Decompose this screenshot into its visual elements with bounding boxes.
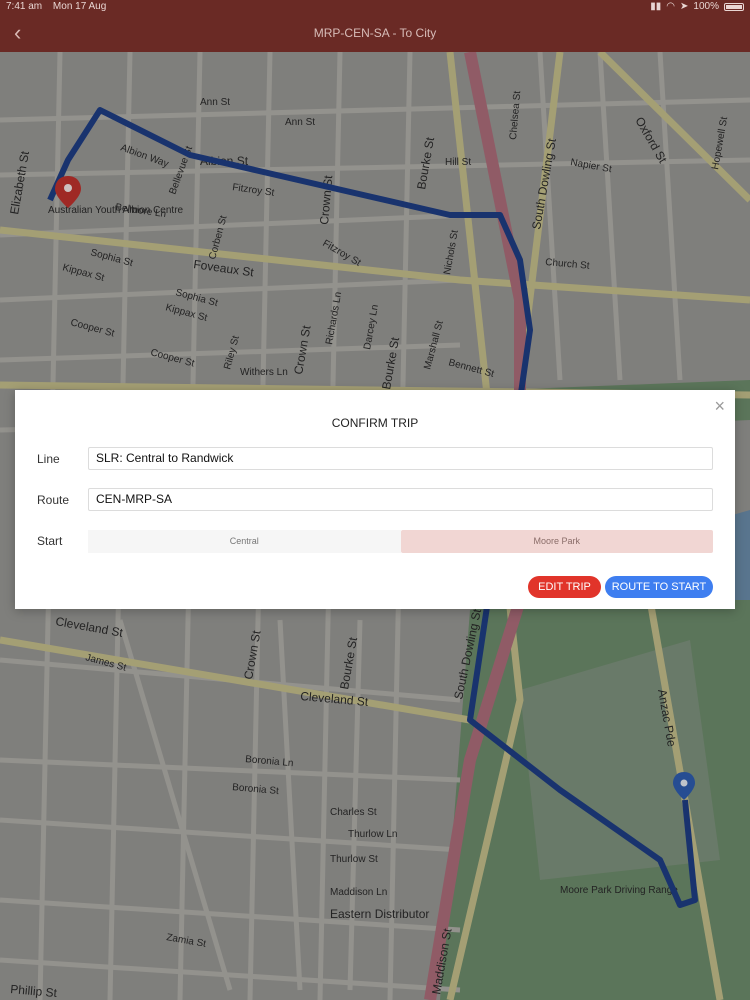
street-label: Bennett St [447, 357, 495, 380]
start-option-moore-park[interactable]: Moore Park [400, 530, 713, 553]
street-label: Kippax St [164, 302, 208, 324]
street-label: Withers Ln [240, 367, 288, 378]
street-label: Crown St [241, 629, 263, 681]
start-option-central[interactable]: Central [88, 530, 401, 553]
location-icon: ➤ [680, 1, 689, 12]
status-time: 7:41 am [6, 1, 43, 12]
street-label: Hill St [445, 157, 471, 168]
street-label: Richards Ln [324, 291, 344, 345]
line-label: Line [37, 452, 60, 466]
street-label: Nichols St [442, 229, 461, 275]
street-label: Eastern Distributor [330, 907, 429, 921]
street-label: Cooper St [149, 347, 196, 369]
battery-percent: 100% [693, 1, 719, 12]
close-icon[interactable]: × [714, 396, 725, 417]
street-label: Thurlow St [330, 854, 378, 865]
street-label: Ann St [200, 97, 230, 108]
street-label: Charles St [330, 807, 377, 818]
street-label: Cooper St [69, 317, 116, 339]
street-label: Maddison Ln [330, 887, 387, 898]
route-field[interactable]: CEN-MRP-SA [88, 488, 713, 511]
street-label: Bourke St [414, 136, 437, 191]
route-label: Route [37, 493, 70, 507]
confirm-trip-dialog: × CONFIRM TRIP Line SLR: Central to Rand… [15, 390, 735, 609]
street-label: Chelsea St [508, 90, 523, 140]
wifi-icon: ◠ [666, 1, 676, 12]
street-label: South Dowling St [529, 137, 559, 231]
street-label: Foveaux St [193, 257, 256, 279]
edit-trip-button[interactable]: EDIT TRIP [528, 576, 601, 598]
street-label: Darcey Ln [362, 304, 381, 351]
line-field[interactable]: SLR: Central to Randwick [88, 447, 713, 470]
battery-icon [724, 3, 744, 11]
street-label: Elizabeth St [7, 149, 32, 215]
status-date: Mon 17 Aug [52, 1, 107, 12]
street-label: Boronia St [232, 782, 280, 797]
navigation-bar: ‹ MRP-CEN-SA - To City [0, 14, 750, 52]
street-label: Zamia St [165, 932, 207, 950]
dialog-title: CONFIRM TRIP [331, 416, 419, 430]
route-to-start-button[interactable]: ROUTE TO START [605, 576, 713, 598]
page-title: MRP-CEN-SA - To City [313, 26, 437, 40]
poi-label: Moore Park Driving Range [560, 885, 678, 896]
start-segmented-control: Central Moore Park [88, 530, 713, 553]
street-label: Cleveland St [54, 614, 124, 640]
signal-icon: ▮▮ [650, 1, 662, 12]
street-label: Bourke St [379, 336, 402, 391]
start-label: Start [37, 534, 63, 548]
street-label: Kippax St [61, 262, 105, 284]
street-label: Thurlow Ln [348, 829, 397, 840]
street-label: Ann St [285, 117, 315, 128]
street-label: Phillip St [10, 982, 58, 1000]
status-bar: 7:41 am Mon 17 Aug ▮▮ ◠ ➤ 100% [0, 0, 750, 14]
